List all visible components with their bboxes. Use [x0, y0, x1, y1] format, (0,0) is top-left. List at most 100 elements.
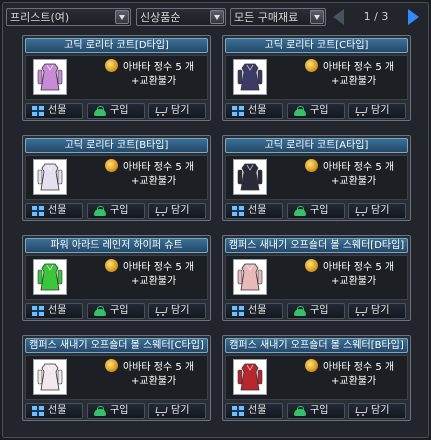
essence-coin-icon — [105, 259, 118, 272]
prev-page-icon[interactable] — [333, 9, 344, 25]
purse-icon — [294, 206, 306, 216]
gift-label: 선물 — [248, 205, 267, 216]
item-body: 아바타 정수 5 개 +교환불가 — [225, 355, 408, 400]
buy-label: 구입 — [310, 405, 329, 416]
dress-icon — [37, 163, 63, 191]
add-to-cart-button[interactable]: 담기 — [348, 303, 406, 319]
buy-button[interactable]: 구입 — [287, 103, 345, 119]
item-card[interactable]: 캠퍼스 새내기 오프숄더 볼 스웨터[C타입] 아바타 정수 5 개 +교환불가… — [22, 335, 211, 421]
item-title: 고딕 로리타 코트[B타입] — [25, 138, 208, 153]
item-card[interactable]: 캠퍼스 새내기 오프숄더 볼 스웨터[D타입] 아바타 정수 5 개 +교환불가… — [222, 235, 411, 321]
cart-label: 담기 — [171, 205, 190, 216]
item-price: 아바타 정수 5 개 — [323, 262, 395, 273]
buy-label: 구입 — [310, 105, 329, 116]
purse-icon — [294, 306, 306, 316]
add-to-cart-button[interactable]: 담기 — [148, 203, 206, 219]
next-page-icon[interactable] — [408, 9, 419, 25]
buy-button[interactable]: 구입 — [87, 203, 145, 219]
item-body: 아바타 정수 5 개 +교환불가 — [225, 155, 408, 200]
add-to-cart-button[interactable]: 담기 — [348, 203, 406, 219]
cart-icon — [155, 206, 167, 216]
gift-label: 선물 — [48, 205, 67, 216]
item-actions: 선물 구입 담기 — [225, 103, 408, 119]
item-thumbnail[interactable] — [33, 59, 67, 95]
gift-icon — [32, 306, 44, 316]
gift-icon — [32, 106, 44, 116]
gift-button[interactable]: 선물 — [25, 203, 83, 219]
gift-button[interactable]: 선물 — [25, 103, 83, 119]
item-card[interactable]: 고딕 로리타 코트[B타입] 아바타 정수 5 개 +교환불가 선물 구입 담기 — [22, 135, 211, 221]
gift-icon — [232, 206, 244, 216]
sweater-icon — [237, 363, 263, 391]
item-trade-status: +교환불가 — [331, 76, 377, 87]
gift-button[interactable]: 선물 — [225, 403, 283, 419]
buy-label: 구입 — [110, 205, 129, 216]
buy-button[interactable]: 구입 — [87, 103, 145, 119]
item-price: 아바타 정수 5 개 — [123, 62, 195, 73]
item-card[interactable]: 캠퍼스 새내기 오프숄더 볼 스웨터[B타입] 아바타 정수 5 개 +교환불가… — [222, 335, 411, 421]
cart-label: 담기 — [371, 405, 390, 416]
suit-icon — [37, 263, 63, 291]
chevron-down-icon[interactable] — [115, 10, 129, 24]
buy-label: 구입 — [110, 305, 129, 316]
cart-icon — [155, 106, 167, 116]
essence-coin-icon — [305, 159, 318, 172]
item-card[interactable]: 고딕 로리타 코트[A타입] 아바타 정수 5 개 +교환불가 선물 구입 담기 — [222, 135, 411, 221]
gift-icon — [232, 406, 244, 416]
item-actions: 선물 구입 담기 — [25, 303, 208, 319]
gift-button[interactable]: 선물 — [225, 303, 283, 319]
gift-button[interactable]: 선물 — [25, 403, 83, 419]
gift-button[interactable]: 선물 — [225, 103, 283, 119]
item-body: 아바타 정수 5 개 +교환불가 — [25, 355, 208, 400]
add-to-cart-button[interactable]: 담기 — [148, 103, 206, 119]
item-thumbnail[interactable] — [33, 359, 67, 395]
sort-dropdown[interactable]: 신상품순 — [136, 8, 226, 26]
currency-filter-dropdown[interactable]: 모든 구매재료 — [230, 8, 326, 26]
item-thumbnail[interactable] — [33, 259, 67, 295]
gift-label: 선물 — [248, 105, 267, 116]
gift-button[interactable]: 선물 — [225, 203, 283, 219]
item-price: 아바타 정수 5 개 — [123, 362, 195, 373]
buy-label: 구입 — [310, 205, 329, 216]
item-thumbnail[interactable] — [33, 159, 67, 195]
sweater-icon — [237, 263, 263, 291]
buy-button[interactable]: 구입 — [287, 203, 345, 219]
dress-icon — [237, 63, 263, 91]
item-card[interactable]: 고딕 로리타 코트[D타입] 아바타 정수 5 개 +교환불가 선물 구입 담기 — [22, 35, 211, 121]
chevron-down-icon[interactable] — [210, 10, 224, 24]
cart-icon — [355, 406, 367, 416]
item-thumbnail[interactable] — [233, 359, 267, 395]
cart-label: 담기 — [171, 105, 190, 116]
item-thumbnail[interactable] — [233, 159, 267, 195]
purse-icon — [94, 306, 106, 316]
gift-button[interactable]: 선물 — [25, 303, 83, 319]
buy-button[interactable]: 구입 — [87, 403, 145, 419]
job-filter-dropdown[interactable]: 프리스트(여) — [6, 8, 131, 26]
purse-icon — [294, 406, 306, 416]
item-thumbnail[interactable] — [233, 259, 267, 295]
cart-label: 담기 — [171, 305, 190, 316]
dress-icon — [237, 163, 263, 191]
dress-icon — [37, 63, 63, 91]
add-to-cart-button[interactable]: 담기 — [348, 103, 406, 119]
item-actions: 선물 구입 담기 — [25, 403, 208, 419]
item-card[interactable]: 파워 아라드 레인저 하이퍼 슈트 아바타 정수 5 개 +교환불가 선물 구입… — [22, 235, 211, 321]
essence-coin-icon — [305, 59, 318, 72]
gift-icon — [32, 406, 44, 416]
add-to-cart-button[interactable]: 담기 — [148, 403, 206, 419]
add-to-cart-button[interactable]: 담기 — [348, 403, 406, 419]
add-to-cart-button[interactable]: 담기 — [148, 303, 206, 319]
essence-coin-icon — [105, 159, 118, 172]
buy-button[interactable]: 구입 — [287, 403, 345, 419]
pager: 1 / 3 — [329, 8, 423, 26]
chevron-down-icon[interactable] — [310, 10, 324, 24]
buy-button[interactable]: 구입 — [87, 303, 145, 319]
item-trade-status: +교환불가 — [331, 176, 377, 187]
cart-icon — [355, 306, 367, 316]
item-thumbnail[interactable] — [233, 59, 267, 95]
buy-button[interactable]: 구입 — [287, 303, 345, 319]
item-card[interactable]: 고딕 로리타 코트[C타입] 아바타 정수 5 개 +교환불가 선물 구입 담기 — [222, 35, 411, 121]
currency-filter-value: 모든 구매재료 — [234, 11, 299, 24]
item-price: 아바타 정수 5 개 — [323, 362, 395, 373]
item-trade-status: +교환불가 — [131, 176, 177, 187]
